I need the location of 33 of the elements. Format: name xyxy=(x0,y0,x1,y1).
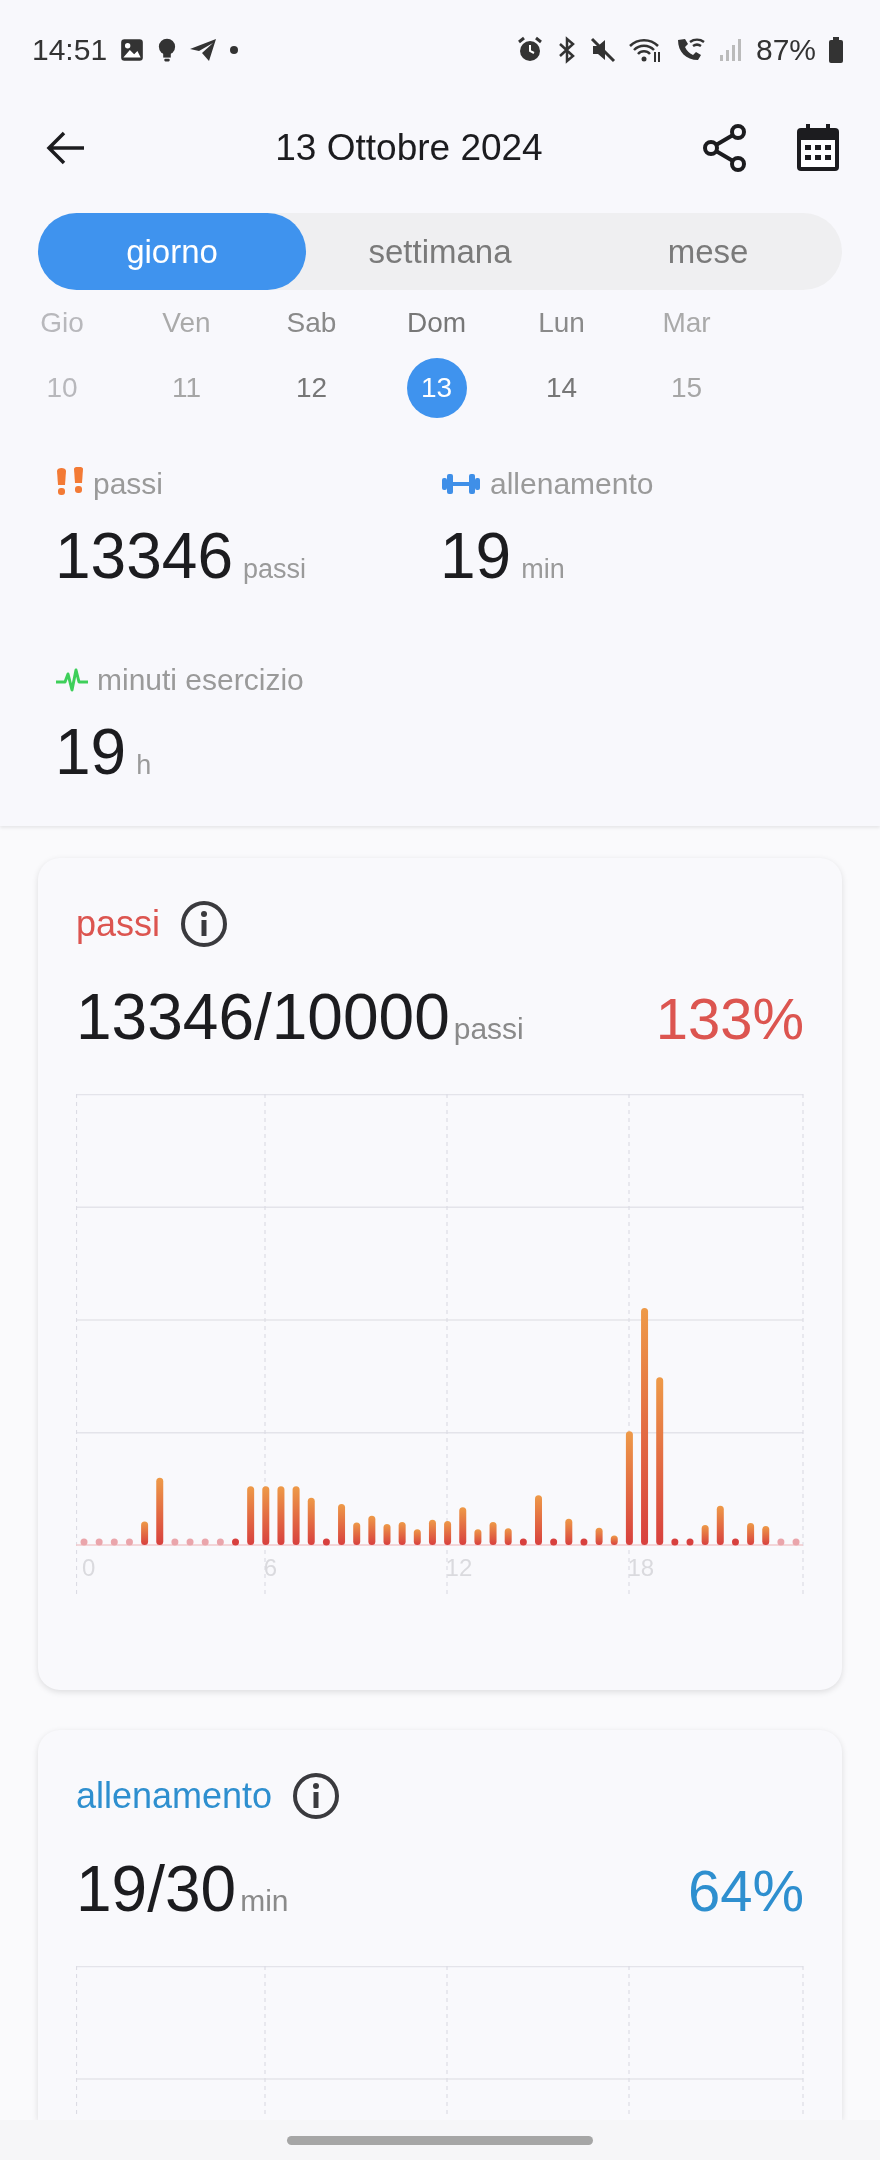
card-title: passi xyxy=(76,903,161,945)
weekday-label: Gio xyxy=(40,306,84,340)
weekday-label: Mar xyxy=(662,306,711,340)
date-title: 13 Ottobre 2024 xyxy=(274,126,544,169)
goal-unit: passi xyxy=(453,1012,524,1046)
weekday-label: Lun xyxy=(538,306,585,340)
period-tab[interactable]: settimana xyxy=(306,213,574,290)
battery-percentage: 87% xyxy=(755,33,816,67)
goal-percentage: 133% xyxy=(655,985,804,1052)
day-button[interactable]: 10 xyxy=(32,358,92,418)
period-tab[interactable]: giorno xyxy=(38,213,306,290)
day-button[interactable]: 12 xyxy=(281,358,342,418)
day-button[interactable]: 13 xyxy=(406,358,467,418)
goal-unit: min xyxy=(240,1884,289,1918)
metric-unit: passi xyxy=(242,554,306,585)
period-tab[interactable]: mese xyxy=(574,213,842,290)
card-title: allenamento xyxy=(76,1775,273,1817)
weekday-label: Ven xyxy=(162,306,211,340)
status-time: 14:51 xyxy=(32,33,108,67)
metric-unit: h xyxy=(136,750,152,781)
metric-value: 19 xyxy=(440,519,512,594)
day-button[interactable]: 15 xyxy=(656,358,717,418)
weekday-label: Sab xyxy=(286,306,337,340)
metric-label: minuti esercizio xyxy=(97,663,304,697)
day-button[interactable]: 14 xyxy=(531,358,592,418)
metric-label: allenamento xyxy=(490,467,654,501)
metric-unit: min xyxy=(521,554,565,585)
metric-label: passi xyxy=(93,467,164,501)
day-button[interactable]: 11 xyxy=(156,358,217,418)
metric-value: 19 xyxy=(55,715,127,790)
goal-percentage: 64% xyxy=(687,1857,804,1924)
weekday-label: Dom xyxy=(406,306,467,340)
metric-value: 13346 xyxy=(55,519,233,594)
